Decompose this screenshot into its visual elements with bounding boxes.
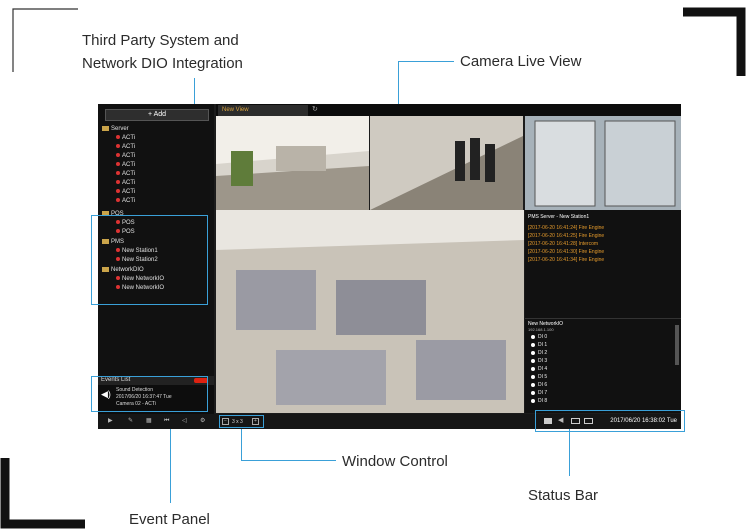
dio-item[interactable]: DI 0 [531,334,547,340]
dio-item[interactable]: DI 3 [531,358,547,364]
grid-icon[interactable]: ▦ [146,418,152,424]
dio-state-icon [531,390,535,395]
tree-item-camera[interactable]: ACTi [116,170,135,179]
pms-event-line: [2017-06-20 16:41:25] Fire Engine [528,233,605,239]
pms-event-line: [2017-06-20 16:41:28] Intercom [528,241,599,247]
tree-item-camera[interactable]: ACTi [116,179,135,188]
tree-item-camera[interactable]: ACTi [116,197,135,206]
callout-third-party: Third Party System and Network DIO Integ… [82,29,243,75]
camera-tile-main[interactable] [216,210,524,413]
dio-item[interactable]: DI 6 [531,382,547,388]
corner-bracket-top-right [683,7,746,76]
folder-icon [102,125,109,131]
view-tab-bar: New View ↻ [216,104,681,116]
callout-status-bar: Status Bar [528,487,599,504]
pms-event-line: [2017-06-20 16:41:30] Fire Engine [528,249,605,255]
tab-new-view[interactable]: New View [218,105,308,116]
connector-window-h [241,460,336,461]
play-icon[interactable]: ▶ [108,418,114,424]
camera-status-icon [116,135,120,140]
dio-state-icon [531,366,535,371]
scrollbar[interactable] [675,325,679,365]
connector-camera-h [398,61,454,62]
dio-state-icon [531,350,535,355]
tree-item-camera[interactable]: ACTi [116,143,135,152]
highlight-status-bar [535,410,685,432]
highlight-event-panel [91,376,208,412]
highlight-third-party [91,215,208,305]
pms-panel-title: PMS Server - New Station1 [528,214,590,220]
tree-item-camera[interactable]: ACTi [116,161,135,170]
camera-status-icon [116,189,120,194]
tree-item-camera[interactable]: ACTi [116,152,135,161]
pms-event-line: [2017-06-20 16:41:34] Fire Engine [528,257,605,263]
connector-window-v [241,426,242,461]
dio-state-icon [531,334,535,339]
dio-item[interactable]: DI 4 [531,366,547,372]
volume-icon[interactable]: ◁ [182,418,188,424]
camera-status-icon [116,198,120,203]
dio-state-icon [531,374,535,379]
pms-event-line: [2017-06-20 16:41:24] Fire Engine [528,225,605,231]
add-device-button[interactable]: + Add [105,109,209,121]
dio-state-icon [531,382,535,387]
callout-event-panel: Event Panel [129,511,210,528]
camera-tile-1[interactable] [216,116,369,210]
side-info-panel: PMS Server - New Station1 [2017-06-20 16… [525,210,681,413]
dio-item[interactable]: DI 7 [531,390,547,396]
callout-window-control: Window Control [342,453,448,470]
settings-icon[interactable]: ⚙ [200,418,206,424]
camera-tile-2[interactable] [370,116,523,210]
callout-third-party-line1: Third Party System and [82,32,239,49]
dio-item[interactable]: DI 8 [531,398,547,404]
highlight-window-control [219,415,264,428]
dio-item[interactable]: DI 5 [531,374,547,380]
dio-item[interactable]: DI 2 [531,350,547,356]
callout-third-party-line2: Network DIO Integration [82,55,243,72]
camera-tile-3[interactable] [525,116,681,210]
camera-status-icon [116,153,120,158]
skip-back-icon[interactable]: ⏮ [164,418,170,424]
camera-status-icon [116,171,120,176]
camera-status-icon [116,180,120,185]
dio-state-icon [531,358,535,363]
corner-bracket-top-left [12,8,78,72]
dio-state-icon [531,342,535,347]
callout-camera-live-view: Camera Live View [460,53,582,70]
camera-status-icon [116,162,120,167]
tree-item-camera[interactable]: ACTi [116,188,135,197]
dio-item[interactable]: DI 1 [531,342,547,348]
edit-icon[interactable]: ✎ [128,418,134,424]
camera-status-icon [116,144,120,149]
connector-status [569,428,570,476]
tree-item-camera[interactable]: ACTi [116,134,135,143]
dio-panel-ip: 192.168.1.100 [528,327,554,332]
refresh-icon[interactable]: ↻ [312,105,318,113]
corner-bracket-bottom-left [0,458,85,529]
tree-group-server[interactable]: Server [102,125,129,134]
dio-state-icon [531,398,535,403]
